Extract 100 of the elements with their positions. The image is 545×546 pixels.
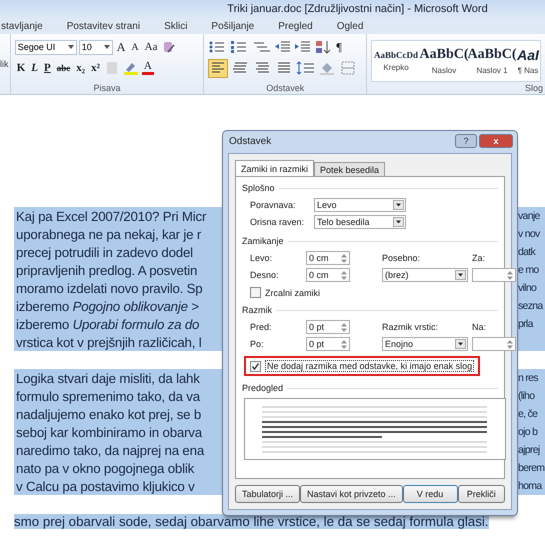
style-item[interactable]: AaBbC( Naslov xyxy=(422,41,466,81)
format-button[interactable]: x² xyxy=(89,62,102,74)
document-text: vrstica kot v prejšnjih različicah, l xyxy=(15,334,202,350)
line-spacing-at-field[interactable] xyxy=(472,337,516,351)
ribbon-tab[interactable]: Ogled xyxy=(336,18,374,34)
highlighter-icon[interactable] xyxy=(122,60,140,76)
sort-icon[interactable] xyxy=(314,39,332,55)
document-text: nato pa v okno pogojnega oblik xyxy=(15,460,196,476)
document-text: (liho xyxy=(518,390,534,402)
ribbon-tab[interactable]: Postavitev strani xyxy=(66,18,150,34)
format-button[interactable]: L xyxy=(29,62,40,74)
document-text: pripravljenih predlog. A posvetin xyxy=(15,262,198,278)
format-button[interactable]: K xyxy=(14,62,28,74)
font-name-dropdown[interactable]: Segoe UI xyxy=(14,40,77,54)
show-formatting-button[interactable]: ¶ xyxy=(334,40,344,54)
paste-label: lik xyxy=(0,59,10,69)
style-item[interactable]: AaBbCcDd Krepko xyxy=(374,41,418,81)
field-label: Orisna raven: xyxy=(250,217,306,227)
document-text: v Calcu pa postavimo kljukico v xyxy=(15,478,196,494)
document-text: prla xyxy=(518,318,533,330)
outline-level-dropdown[interactable]: Telo besedila xyxy=(314,215,406,229)
line-spacing-icon[interactable] xyxy=(296,60,316,76)
document-text: v nov xyxy=(518,228,540,240)
grow-font-button[interactable]: A xyxy=(114,40,128,54)
align-button[interactable] xyxy=(208,58,228,78)
style-item[interactable]: AaI ¶ Nas xyxy=(518,41,538,81)
document-text: seboj kar kombiniramo in obarva xyxy=(15,424,204,440)
document-text: precej potrudili in zadevo dodel xyxy=(15,244,194,260)
window-title: Triki januar.doc [Združljivostni način] - Microsoft Word xyxy=(227,3,488,15)
spinner-arrows-icon xyxy=(340,322,348,332)
document-text: e, če xyxy=(518,408,538,420)
document-text: vanje xyxy=(518,210,540,222)
field-label: Levo: xyxy=(250,253,274,263)
clear-format-icon[interactable] xyxy=(161,39,178,55)
document-text: ojo b xyxy=(518,426,538,438)
document-text: n res xyxy=(518,372,538,384)
document-text: uporabnega ne pa nekaj, kar je r xyxy=(15,226,202,242)
dialog-button[interactable]: Nastavi kot privzeto ... xyxy=(300,485,403,503)
field-label: Razmik vrstic: xyxy=(382,322,439,332)
document-text: ajprej xyxy=(518,444,540,456)
spinner-arrows-icon xyxy=(506,270,514,280)
ribbon-tab[interactable]: Pošiljanje xyxy=(211,18,264,34)
spinner-arrows-icon xyxy=(340,270,348,280)
spinner-arrows-icon xyxy=(340,252,348,264)
dropdown-arrow-icon xyxy=(68,45,74,49)
field-label: Na: xyxy=(472,322,488,332)
section-heading: Splošno xyxy=(242,183,275,193)
shrink-font-button[interactable]: A xyxy=(129,42,141,52)
align-center-icon xyxy=(233,60,248,72)
field-label: Posebno: xyxy=(382,253,422,263)
field-label: Za: xyxy=(472,253,486,263)
format-button[interactable]: abc xyxy=(54,63,72,73)
dropdown-arrow-icon xyxy=(104,45,110,49)
style-item[interactable]: AaBbC( Naslov 1 xyxy=(470,41,514,81)
document-text: formulo spremenimo tako, da va xyxy=(15,388,202,404)
close-button[interactable]: x xyxy=(479,134,513,148)
dialog-button[interactable]: Tabulatorji ... xyxy=(235,485,300,503)
document-text: izberemo Uporabi formulo za do xyxy=(15,316,200,332)
document-text: e mo xyxy=(518,264,539,276)
dialog-title: Odstavek xyxy=(229,136,272,146)
document-text: nadaljujemo enako kot prej, se b xyxy=(15,406,202,422)
document-text: naredimo tako, da najprej na ena xyxy=(15,442,206,458)
help-button[interactable]: ? xyxy=(455,134,477,148)
dialog-tab[interactable]: Zamiki in razmiki xyxy=(235,160,314,176)
format-button[interactable]: x₂ xyxy=(74,62,88,74)
checkbox-label: Zrcalni zamiki xyxy=(265,288,320,298)
font-size-dropdown[interactable]: 10 xyxy=(78,40,113,54)
spinner-arrows-icon xyxy=(506,338,514,350)
change-case-button[interactable]: Aa xyxy=(142,41,160,53)
document-text: vilno xyxy=(518,282,536,294)
right-indent-field[interactable]: 0 cm xyxy=(306,268,350,282)
document-text: izberemo Pogojno oblikovanje > xyxy=(15,298,200,314)
borders-icon[interactable] xyxy=(340,60,356,76)
section-heading: Predogled xyxy=(242,383,284,393)
dialog-tab[interactable]: Potek besedila xyxy=(314,162,386,176)
left-indent-field[interactable]: 0 cm xyxy=(306,251,350,265)
dialog-button[interactable]: Prekliči xyxy=(458,485,505,503)
alignment-dropdown[interactable]: Levo xyxy=(314,198,406,212)
checkbox-label: Ne dodaj razmika med odstavke, ki imajo enak slog xyxy=(265,360,474,372)
ribbon-tab[interactable]: stavljanje xyxy=(0,18,53,34)
space-after-field[interactable]: 0 pt xyxy=(306,337,350,351)
special-indent-dropdown[interactable]: (brez) xyxy=(382,268,468,282)
justify-icon xyxy=(277,60,292,72)
mirror-indents-checkbox[interactable] xyxy=(250,287,261,298)
font-color-button[interactable]: A xyxy=(142,61,154,75)
space-before-field[interactable]: 0 pt xyxy=(306,320,350,334)
dialog-button[interactable]: V redu xyxy=(402,485,458,503)
align-right-icon xyxy=(255,60,270,72)
document-text: berem xyxy=(518,462,544,474)
document-text: sezna xyxy=(518,300,543,312)
line-spacing-dropdown[interactable]: Enojno xyxy=(382,337,468,351)
no-space-checkbox[interactable] xyxy=(250,360,261,372)
section-heading: Razmik xyxy=(242,305,272,315)
document-text: homa xyxy=(518,480,542,492)
document-text: datk xyxy=(518,246,536,258)
format-button[interactable]: P xyxy=(42,62,53,74)
indent-by-field[interactable] xyxy=(472,268,516,282)
ribbon-tab[interactable]: Pregled xyxy=(278,18,323,34)
ribbon-tab[interactable]: Sklici xyxy=(164,18,198,34)
field-label: Poravnava: xyxy=(250,200,297,210)
